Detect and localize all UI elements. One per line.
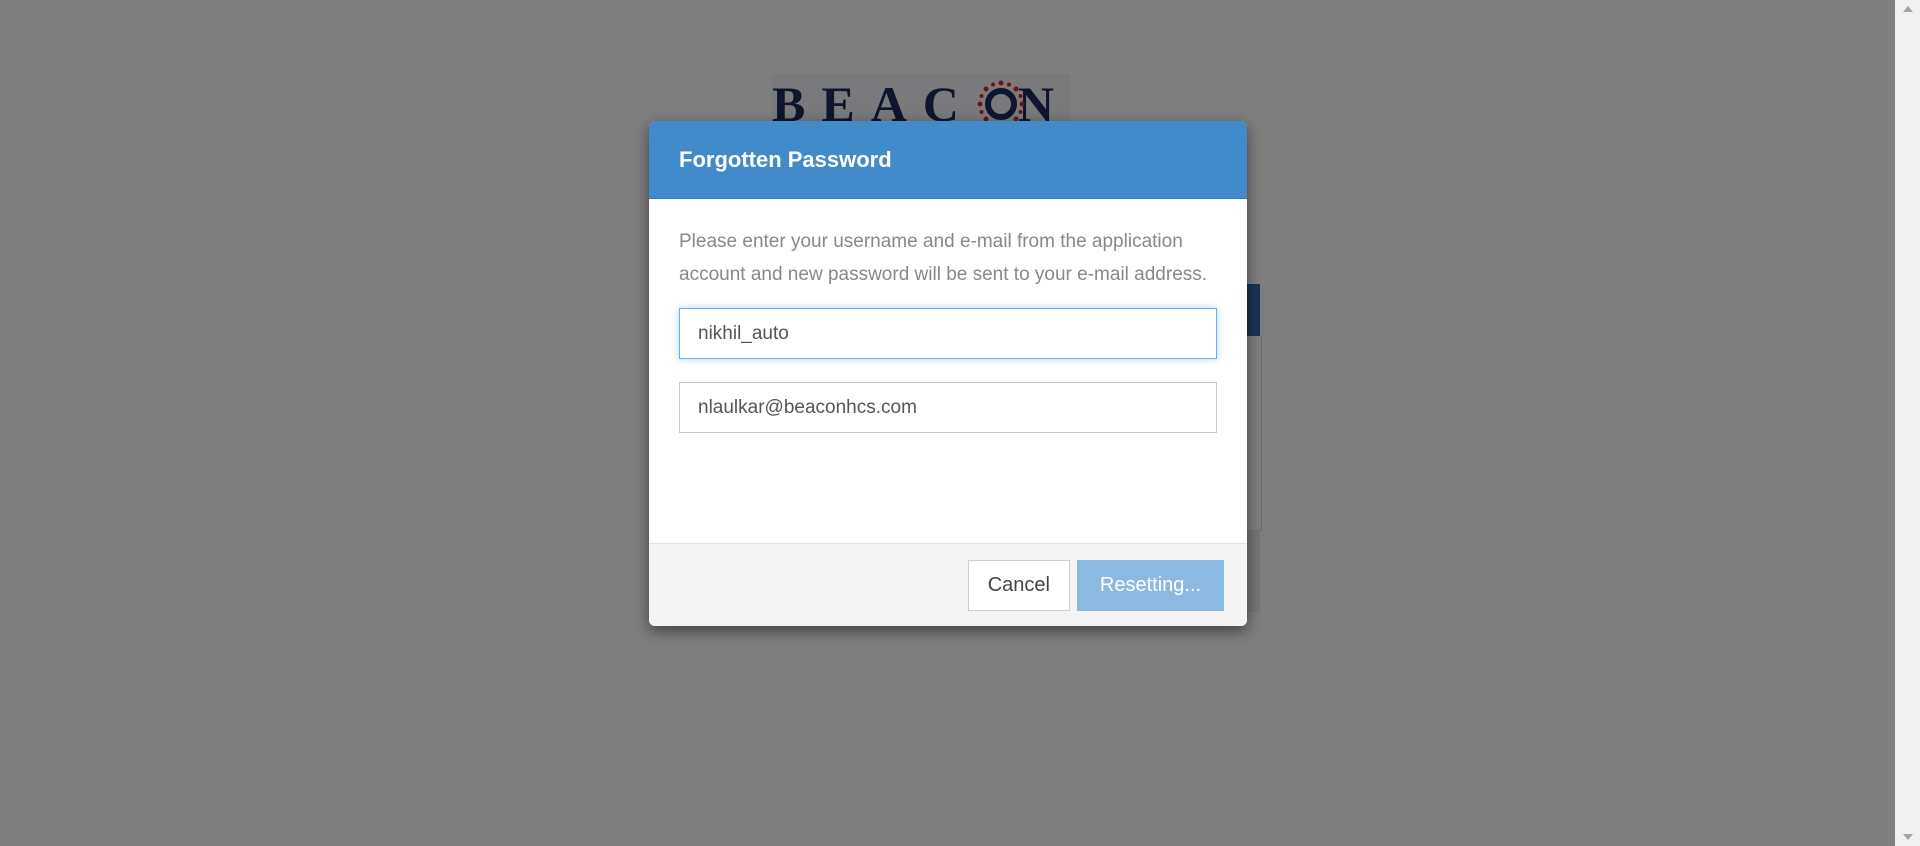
reset-password-button[interactable]: Resetting... xyxy=(1077,559,1224,611)
cancel-button[interactable]: Cancel xyxy=(967,559,1070,611)
scroll-up-icon[interactable] xyxy=(1903,6,1913,12)
dialog-header: Forgotten Password xyxy=(649,121,1247,199)
dialog-body: Please enter your username and e-mail fr… xyxy=(649,199,1247,535)
forgotten-password-dialog: Forgotten Password Please enter your use… xyxy=(649,121,1247,626)
dialog-footer: Cancel Resetting... xyxy=(649,543,1247,626)
instructions-text: Please enter your username and e-mail fr… xyxy=(679,231,1208,285)
username-field[interactable] xyxy=(679,308,1217,359)
scroll-down-icon[interactable] xyxy=(1903,834,1913,840)
email-field[interactable] xyxy=(679,382,1217,433)
vertical-scrollbar[interactable] xyxy=(1895,0,1920,846)
dialog-title: Forgotten Password xyxy=(679,146,892,172)
